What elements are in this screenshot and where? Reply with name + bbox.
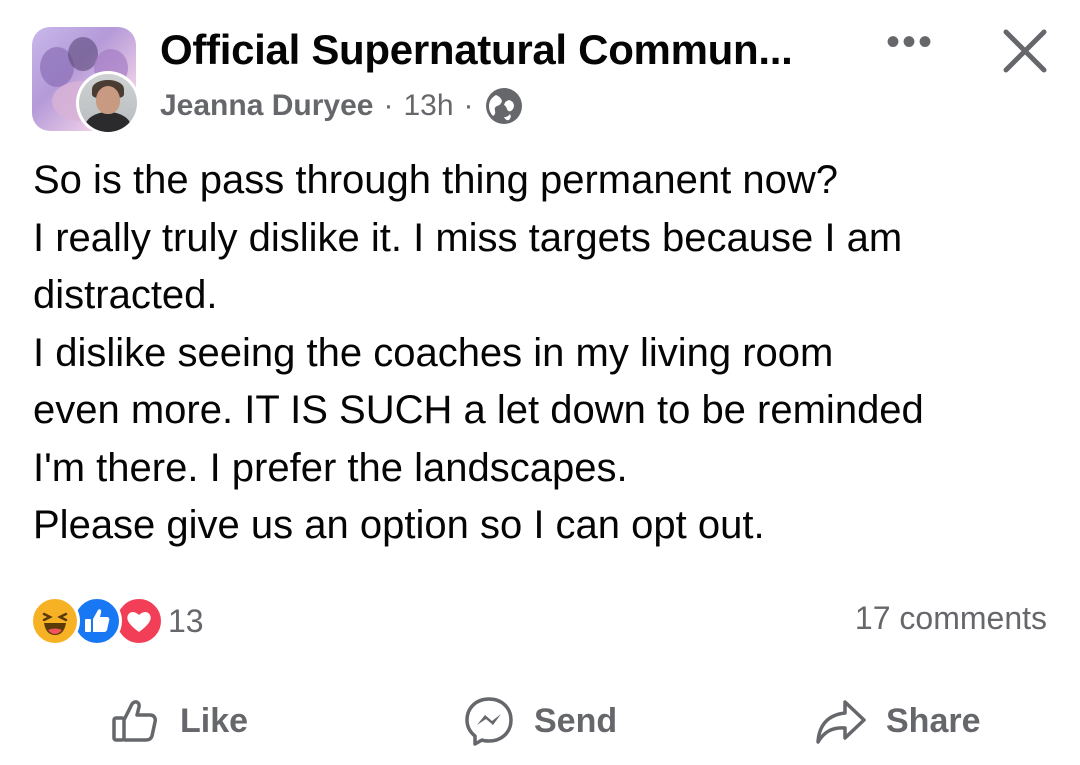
thumbs-up-icon — [112, 700, 157, 742]
send-label: Send — [534, 701, 618, 740]
more-options-button[interactable]: ••• — [878, 22, 942, 68]
comments-count[interactable]: 17 comments — [855, 600, 1047, 637]
post-text-line: So is the pass through thing permanent n… — [33, 158, 838, 202]
globe-icon[interactable] — [484, 86, 524, 126]
like-button[interactable]: Like — [108, 690, 248, 752]
meta-separator: · — [463, 89, 474, 122]
reaction-count: 13 — [168, 602, 204, 639]
post-text-line: I'm there. I prefer the landscapes. — [33, 445, 628, 490]
post-body: So is the pass through thing permanent n… — [33, 152, 1053, 555]
share-button[interactable]: Share — [814, 690, 981, 752]
post-text-line: distracted. — [33, 273, 218, 317]
post-time[interactable]: 13h — [403, 89, 453, 123]
post-text-line: Please give us an option so I can opt ou… — [33, 503, 765, 547]
post-text-line: I really truly dislike it. I miss target… — [33, 215, 903, 260]
haha-icon — [30, 596, 80, 646]
post-text-line: even more. IT IS SUCH a let down to be r… — [33, 388, 924, 432]
close-button[interactable] — [996, 22, 1054, 80]
author-name[interactable]: Jeanna Duryee — [160, 89, 373, 123]
meta-separator: · — [383, 89, 394, 122]
post-card: Official Supernatural Commun... Jeanna D… — [0, 0, 1080, 765]
post-text-line: I dislike seeing the coaches in my livin… — [33, 330, 834, 375]
close-icon — [1003, 29, 1047, 73]
like-label: Like — [180, 701, 249, 740]
reaction-summary[interactable]: 13 — [30, 596, 204, 646]
more-horizontal-icon: ••• — [885, 20, 934, 64]
share-label: Share — [886, 701, 981, 740]
messenger-icon — [465, 697, 513, 746]
author-avatar[interactable] — [76, 71, 140, 135]
group-name[interactable]: Official Supernatural Commun... — [160, 26, 820, 74]
share-arrow-icon — [816, 700, 866, 744]
post-meta: Jeanna Duryee · 13h · — [160, 86, 524, 126]
send-button[interactable]: Send — [462, 690, 617, 752]
action-bar: Like Send Share — [0, 690, 1080, 752]
